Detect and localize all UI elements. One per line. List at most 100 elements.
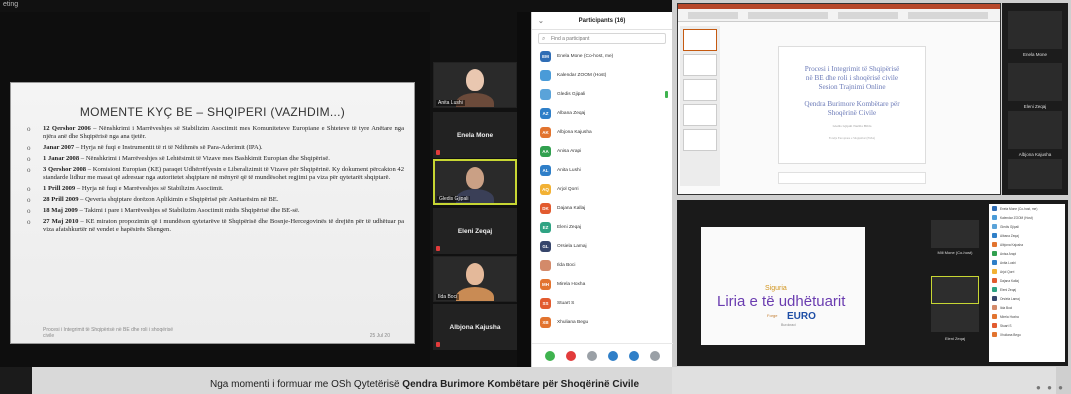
video-tile-gledis[interactable]: Gledis Gjipali [433, 159, 517, 205]
participant-row[interactable]: SS Stuart S [532, 294, 672, 313]
participant-name: Arjol Qorri [1000, 269, 1015, 274]
avatar: SS [540, 298, 551, 309]
participant-row[interactable]: GL Orsiela Lamaj [532, 237, 672, 256]
participant-search-input[interactable]: ⌕ Find a participant [538, 33, 666, 44]
participant-row[interactable]: AL Anita Lushi [532, 161, 672, 180]
participant-row[interactable]: DK Dajana Kallaj [532, 199, 672, 218]
slide-bullet: 1 Prill 2009 – Hyrja në fuqi e Marrëvesh… [21, 185, 404, 194]
avatar [992, 260, 997, 265]
chat-button[interactable] [628, 350, 639, 361]
participant-row[interactable]: AZ Albana Zeqaj [532, 104, 672, 123]
participant-row[interactable]: Gledis Gjipali [532, 85, 672, 104]
video-tile-eleni[interactable]: Eleni Zeqaj [433, 208, 517, 254]
mini-participant-row[interactable]: Kalendar ZOOM (Host) [989, 213, 1065, 222]
video-tile-enela[interactable]: Enela Mone [433, 112, 517, 158]
mini-participant-row[interactable]: Gledis Gjipali [989, 222, 1065, 231]
ppt-video-column: Enela Mone Eleni Zeqaj Albjona Kajusha [1002, 3, 1068, 195]
mini-participant-row[interactable]: Xhuliana Begu [989, 330, 1065, 339]
bullet-text: – Takimi i pare i Marrëveshjes së Stabil… [77, 207, 300, 215]
mini-participant-row[interactable]: Eleni Zeqaj [989, 285, 1065, 294]
mini-participant-row[interactable]: Albana Zeqaj [989, 231, 1065, 240]
wordcloud-window: Siguria Liria e të udhëtuarit Forge EURO… [677, 200, 1068, 366]
participant-row[interactable]: AK Albjona Kajusha [532, 123, 672, 142]
video-tile-albjona[interactable]: Albjona Kajusha [433, 304, 517, 350]
shared-slide: MOMENTE KYÇ BE – SHQIPERI (VAZHDIM...) 1… [10, 82, 415, 344]
word: EURO [787, 311, 816, 322]
participant-row[interactable]: EM Enela Mone (Co-host, me) [532, 47, 672, 66]
participant-row[interactable]: XB Xhuliana Begu [532, 313, 672, 332]
video-tile[interactable] [931, 220, 979, 248]
ppt-notes[interactable] [778, 172, 926, 184]
mini-participant-list: Enela Mone (Co-host, me) Kalendar ZOOM (H… [989, 204, 1065, 362]
video-scrollbar[interactable] [517, 12, 531, 367]
slide-title: MOMENTE KYÇ BE – SHQIPERI (VAZHDIM...) [79, 105, 346, 119]
options-button[interactable] [649, 350, 660, 361]
mini-participant-row[interactable]: Anita Lushi [989, 258, 1065, 267]
mini-participant-row[interactable]: Ilda Boci [989, 303, 1065, 312]
avatar: AL [540, 165, 551, 176]
mini-participant-row[interactable]: Stuart S [989, 321, 1065, 330]
video-tile[interactable] [931, 304, 979, 332]
slide-bullet: 1 Janar 2008 – Nënshkrimi i Marrëveshjes… [21, 155, 404, 164]
video-tile[interactable] [1008, 111, 1062, 149]
ribbon-group[interactable] [838, 12, 898, 19]
participant-row[interactable]: Kalendar ZOOM (Host) [532, 66, 672, 85]
mini-participant-row[interactable]: Orsiela Lamaj [989, 294, 1065, 303]
ppt-current-slide[interactable]: Procesi i Integrimit të Shqipërisë në BE… [778, 46, 926, 164]
participant-row[interactable]: MH Mirela Hoxha [532, 275, 672, 294]
bullet-date: 27 Maj 2010 [43, 218, 79, 226]
participant-name: Eleni Zeqaj [557, 225, 581, 230]
slide-thumbnail[interactable] [683, 29, 717, 51]
avatar [992, 305, 997, 310]
mini-participant-row[interactable]: Enela Mone (Co-host, me) [989, 204, 1065, 213]
participant-face [466, 167, 484, 189]
participant-name: Xhuliana Begu [557, 320, 589, 325]
slide-thumbnail[interactable] [683, 129, 717, 151]
slide-line: Shoqërinë Civile [827, 109, 877, 117]
participant-name: Albjona Kajusha [1000, 242, 1024, 247]
muted-mic-icon [436, 246, 440, 251]
slide-thumbnail[interactable] [683, 79, 717, 101]
avatar [992, 296, 997, 301]
video-tile[interactable] [1008, 11, 1062, 49]
participant-name: Mirela Hoxha [557, 282, 586, 287]
slide-thumbnail[interactable] [683, 104, 717, 126]
participant-name: Ilda Boci [1000, 305, 1013, 310]
video-tile[interactable] [1008, 159, 1062, 189]
ribbon-group[interactable] [688, 12, 738, 19]
video-tile-ilda[interactable]: Ilda Boci [433, 256, 517, 302]
invite-button[interactable] [545, 350, 556, 361]
ribbon-group[interactable] [908, 12, 988, 19]
video-tile[interactable] [931, 276, 979, 304]
participant-row[interactable]: Ilda Boci [532, 256, 672, 275]
video-tile-anita[interactable]: Anita Lushi [433, 62, 517, 108]
more-button[interactable] [587, 350, 598, 361]
slide-authors: Gledis Gjipali Nertila Bibla [832, 124, 872, 128]
chevron-down-icon[interactable]: ⌄ [538, 17, 544, 25]
mini-participant-row[interactable]: Arjol Qorri [989, 267, 1065, 276]
participant-name: Kalendar ZOOM (Host) [557, 73, 607, 78]
participant-name: Anisa Arapi [1000, 251, 1017, 256]
tile-name: Albjona Kajusha [449, 323, 501, 331]
participant-name: Albjona Kajusha [557, 130, 592, 135]
pagination-dots[interactable]: ● ● ● [1036, 383, 1065, 392]
participant-row[interactable]: AQ Arjol Qorri [532, 180, 672, 199]
slide-subheading: Qendra Burimore Kombëtare për Shoqërinë … [779, 100, 925, 118]
mini-participant-row[interactable]: Dajana Kallaj [989, 276, 1065, 285]
powerpoint-window: Procesi i Integrimit të Shqipërisë në BE… [677, 3, 1001, 195]
bullet-text: – Hyrja në fuqi e Instrumentit të ri të … [74, 144, 263, 152]
ribbon-group[interactable] [748, 12, 828, 19]
video-tile[interactable] [1008, 63, 1062, 101]
mini-participant-row[interactable]: Anisa Arapi [989, 249, 1065, 258]
participant-face [466, 69, 484, 91]
mini-participant-row[interactable]: Albjona Kajusha [989, 240, 1065, 249]
participant-row[interactable]: EZ Eleni Zeqaj [532, 218, 672, 237]
muted-mic-icon [436, 150, 440, 155]
participants-footer [532, 343, 673, 367]
reactions-button[interactable] [607, 350, 618, 361]
slide-thumbnail[interactable] [683, 54, 717, 76]
participant-row[interactable]: AA Anisa Arapi [532, 142, 672, 161]
mute-all-button[interactable] [566, 350, 577, 361]
avatar [992, 332, 997, 337]
mini-participant-row[interactable]: Mirela Hoxha [989, 312, 1065, 321]
